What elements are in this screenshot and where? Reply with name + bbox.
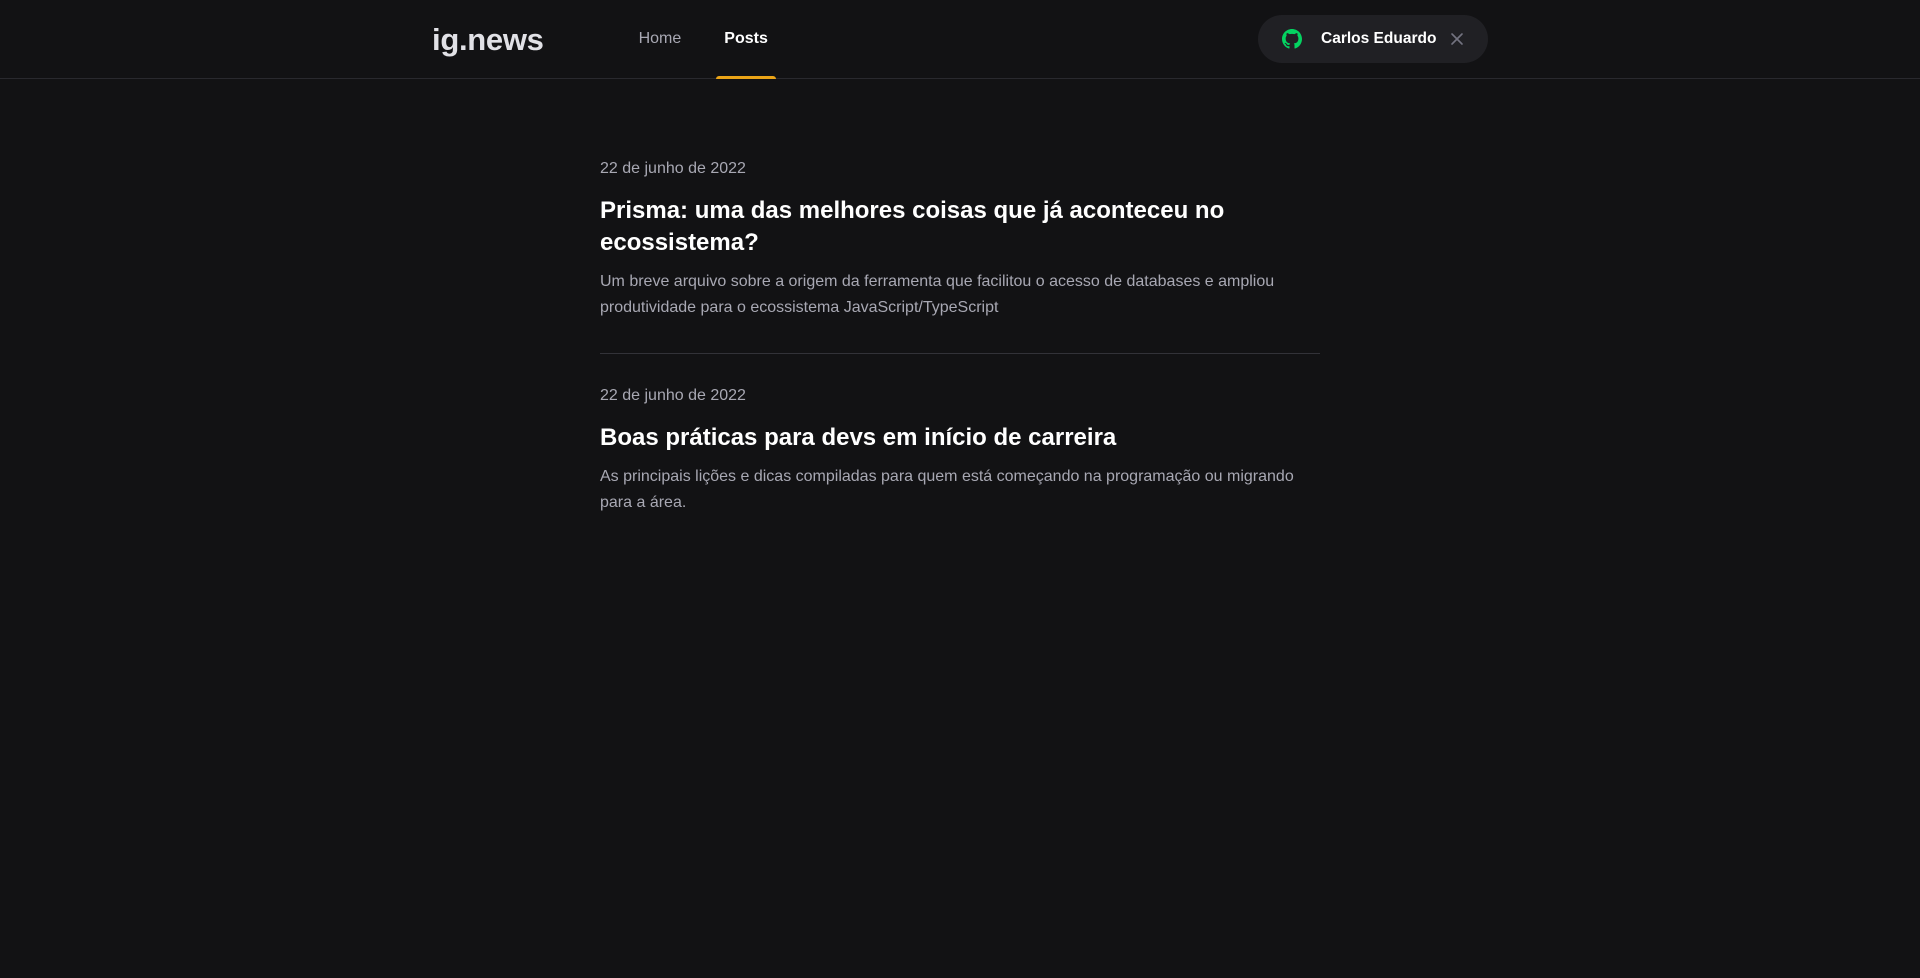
post-title[interactable]: Boas práticas para devs em início de car…	[600, 422, 1320, 454]
github-icon	[1282, 29, 1302, 49]
post-date: 22 de junho de 2022	[600, 160, 746, 177]
post-title[interactable]: Prisma: uma das melhores coisas que já a…	[600, 195, 1320, 259]
user-name: Carlos Eduardo	[1321, 30, 1437, 47]
header-content: ig.news Home Posts Carlos Eduardo	[432, 0, 1488, 79]
post-item[interactable]: 22 de junho de 2022 Prisma: uma das melh…	[600, 159, 1320, 321]
logo[interactable]: ig.news	[432, 24, 544, 55]
post-item[interactable]: 22 de junho de 2022 Boas práticas para d…	[600, 352, 1320, 516]
nav-link-home[interactable]: Home	[631, 0, 690, 78]
nav-link-posts[interactable]: Posts	[716, 0, 776, 79]
main-nav: Home Posts	[631, 0, 776, 79]
post-excerpt: Um breve arquivo sobre a origem da ferra…	[600, 272, 1275, 316]
post-excerpt: As principais lições e dicas compiladas …	[600, 467, 1294, 511]
close-icon[interactable]	[1450, 32, 1464, 46]
post-date: 22 de junho de 2022	[600, 386, 746, 404]
site-header: ig.news Home Posts Carlos Eduardo	[0, 0, 1920, 79]
posts-list: 22 de junho de 2022 Prisma: uma das melh…	[600, 79, 1320, 516]
user-signin-button[interactable]: Carlos Eduardo	[1258, 15, 1488, 63]
